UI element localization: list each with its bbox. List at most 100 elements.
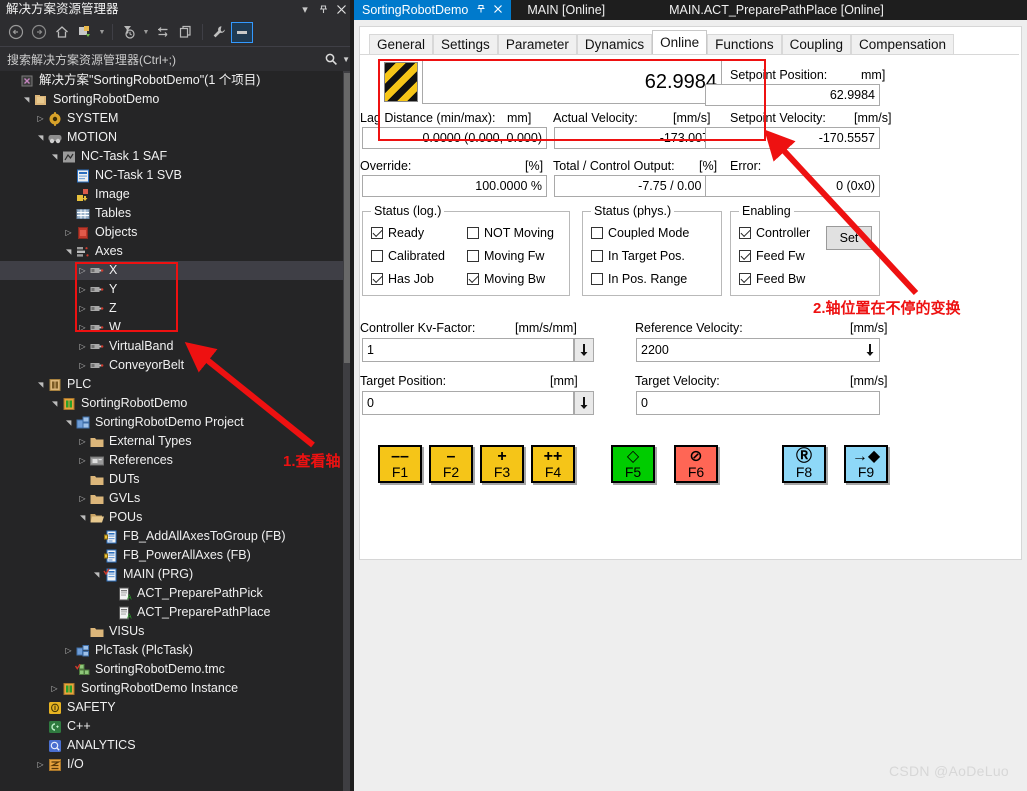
tree-item-y[interactable]: ▷ Y [0, 280, 343, 299]
tree-item-sortingrobotdemo[interactable]: ◢ SortingRobotDemo [0, 90, 343, 109]
tree-item-visus[interactable]: VISUs [0, 622, 343, 641]
fkey-button-f9-target-move[interactable]: →◆ F9 [844, 445, 888, 483]
pin-icon[interactable] [476, 4, 486, 17]
chevron-down-icon[interactable]: ▼ [97, 21, 107, 43]
expander-collapsed-icon[interactable]: ▷ [62, 646, 75, 655]
expander-expanded-icon[interactable]: ◢ [23, 93, 31, 106]
tree-item-pous[interactable]: ◢ POUs [0, 508, 343, 527]
solution-tree[interactable]: 解决方案"SortingRobotDemo"(1 个项目) ◢ SortingRob… [0, 71, 343, 791]
tree-item-nc-task-1-svb[interactable]: NC-Task 1 SVB [0, 166, 343, 185]
chevron-down-icon[interactable]: ▼ [141, 21, 151, 43]
reference-velocity-spin-down-icon[interactable] [860, 339, 880, 361]
checkbox-controller[interactable]: Controller [739, 226, 810, 240]
refresh-icon[interactable] [152, 21, 174, 43]
close-icon[interactable] [493, 3, 503, 17]
tab-coupling[interactable]: Coupling [781, 34, 851, 55]
tree-item-gvls[interactable]: ▷ GVLs [0, 489, 343, 508]
tree-item-i-o[interactable]: ▷ I/O [0, 755, 343, 774]
checkbox-not-moving[interactable]: NOT Moving [467, 226, 554, 240]
checkbox-has-job[interactable]: Has Job [371, 272, 434, 286]
pending-changes-filter-icon[interactable] [118, 21, 140, 43]
checkbox-box[interactable] [739, 273, 751, 285]
expander-collapsed-icon[interactable]: ▷ [76, 285, 89, 294]
fkey-button-f6-stop[interactable]: ⊘ F6 [674, 445, 718, 483]
fkey-button-f8-reset[interactable]: Ⓡ F8 [782, 445, 826, 483]
document-tab-bar[interactable]: SortingRobotDemo MAIN [Online] MAIN.ACT_Pr… [354, 0, 1027, 20]
expander-collapsed-icon[interactable]: ▷ [76, 456, 89, 465]
fkey-button-f4-move-fast-forward[interactable]: ++ F4 [531, 445, 575, 483]
solution-explorer-search[interactable]: 搜索解决方案资源管理器(Ctrl+;) ▼ [0, 47, 354, 72]
fkey-button-f5-set-enable[interactable]: ◇ F5 [611, 445, 655, 483]
checkbox-box[interactable] [591, 250, 603, 262]
tree-item-fb-powerallaxes-fb[interactable]: FB_PowerAllAxes (FB) [0, 546, 343, 565]
target-position-input[interactable]: 0 [362, 391, 574, 415]
checkbox-ready[interactable]: Ready [371, 226, 424, 240]
search-icon[interactable] [324, 52, 338, 66]
expander-collapsed-icon[interactable]: ▷ [76, 361, 89, 370]
tree-item-sortingrobotdemo-1[interactable]: 解决方案"SortingRobotDemo"(1 个项目) [0, 71, 343, 90]
preview-selected-items-icon[interactable] [231, 21, 253, 43]
kv-factor-spin-down-icon[interactable] [574, 338, 594, 362]
tree-item-duts[interactable]: DUTs [0, 470, 343, 489]
tab-functions[interactable]: Functions [707, 34, 782, 55]
expander-collapsed-icon[interactable]: ▷ [62, 228, 75, 237]
tree-item-w[interactable]: ▷ W [0, 318, 343, 337]
close-icon[interactable] [332, 0, 350, 18]
properties-icon[interactable] [208, 21, 230, 43]
tree-item-z[interactable]: ▷ Z [0, 299, 343, 318]
expander-expanded-icon[interactable]: ◢ [65, 416, 73, 429]
tree-item-c[interactable]: C++ [0, 717, 343, 736]
checkbox-feed-bw[interactable]: Feed Bw [739, 272, 805, 286]
tree-item-system[interactable]: ▷ SYSTEM [0, 109, 343, 128]
fkey-button-f3-move-slow-forward[interactable]: + F3 [480, 445, 524, 483]
checkbox-box[interactable] [591, 273, 603, 285]
checkbox-in-target-pos[interactable]: In Target Pos. [591, 249, 685, 263]
expander-expanded-icon[interactable]: ◢ [37, 378, 45, 391]
expander-collapsed-icon[interactable]: ▷ [76, 494, 89, 503]
kv-factor-input[interactable]: 1 [362, 338, 574, 362]
checkbox-coupled-mode[interactable]: Coupled Mode [591, 226, 689, 240]
tree-item-act-preparepathplace[interactable]: A ACT_PreparePathPlace [0, 603, 343, 622]
tree-item-motion[interactable]: ◢ MOTION [0, 128, 343, 147]
tab-general[interactable]: General [369, 34, 434, 55]
tree-item-safety[interactable]: SAFETY [0, 698, 343, 717]
checkbox-moving-bw[interactable]: Moving Bw [467, 272, 545, 286]
expander-collapsed-icon[interactable]: ▷ [48, 684, 61, 693]
checkbox-moving-fw[interactable]: Moving Fw [467, 249, 544, 263]
checkbox-box[interactable] [371, 273, 383, 285]
sync-with-active-document-icon[interactable] [74, 21, 96, 43]
tab-dynamics[interactable]: Dynamics [576, 34, 653, 55]
checkbox-box[interactable] [371, 227, 383, 239]
forward-icon[interactable] [28, 21, 50, 43]
document-tab-main-act-preparepathplace-online[interactable]: MAIN.ACT_PreparePathPlace [Online] [661, 0, 892, 20]
property-tab-strip[interactable]: General Settings Parameter Dynamics Online Fu… [369, 30, 955, 55]
checkbox-in-pos-range[interactable]: In Pos. Range [591, 272, 687, 286]
set-button[interactable]: Set [826, 226, 872, 250]
expander-expanded-icon[interactable]: ◢ [79, 511, 87, 524]
expander-collapsed-icon[interactable]: ▷ [76, 304, 89, 313]
expander-expanded-icon[interactable]: ◢ [65, 245, 73, 258]
expander-expanded-icon[interactable]: ◢ [37, 131, 45, 144]
search-input[interactable]: 搜索解决方案资源管理器(Ctrl+;) [7, 51, 324, 68]
expander-collapsed-icon[interactable]: ▷ [76, 266, 89, 275]
tree-item-sortingrobotdemo-project[interactable]: ◢ SortingRobotDemo Project [0, 413, 343, 432]
tree-item-sortingrobotdemo-tmc[interactable]: SortingRobotDemo.tmc [0, 660, 343, 679]
tree-item-fb-addallaxestogroup-fb[interactable]: FB_AddAllAxesToGroup (FB) [0, 527, 343, 546]
tab-online[interactable]: Online [652, 30, 708, 55]
tree-item-plc[interactable]: ◢ PLC [0, 375, 343, 394]
tree-item-x[interactable]: ▷ X [0, 261, 343, 280]
tree-item-nc-task-1-saf[interactable]: ◢ NC-Task 1 SAF [0, 147, 343, 166]
tree-item-conveyorbelt[interactable]: ▷ ConveyorBelt [0, 356, 343, 375]
checkbox-calibrated[interactable]: Calibrated [371, 249, 445, 263]
show-all-files-icon[interactable] [175, 21, 197, 43]
tab-parameter[interactable]: Parameter [497, 34, 577, 55]
checkbox-box[interactable] [467, 273, 479, 285]
tree-item-analytics[interactable]: ANALYTICS [0, 736, 343, 755]
checkbox-box[interactable] [739, 250, 751, 262]
tree-item-axes[interactable]: ◢ Axes [0, 242, 343, 261]
tree-item-plctask-plctask[interactable]: ▷ PlcTask (PlcTask) [0, 641, 343, 660]
checkbox-box[interactable] [467, 250, 479, 262]
checkbox-box[interactable] [739, 227, 751, 239]
tree-item-image[interactable]: Image [0, 185, 343, 204]
target-position-spin-down-icon[interactable] [574, 391, 594, 415]
